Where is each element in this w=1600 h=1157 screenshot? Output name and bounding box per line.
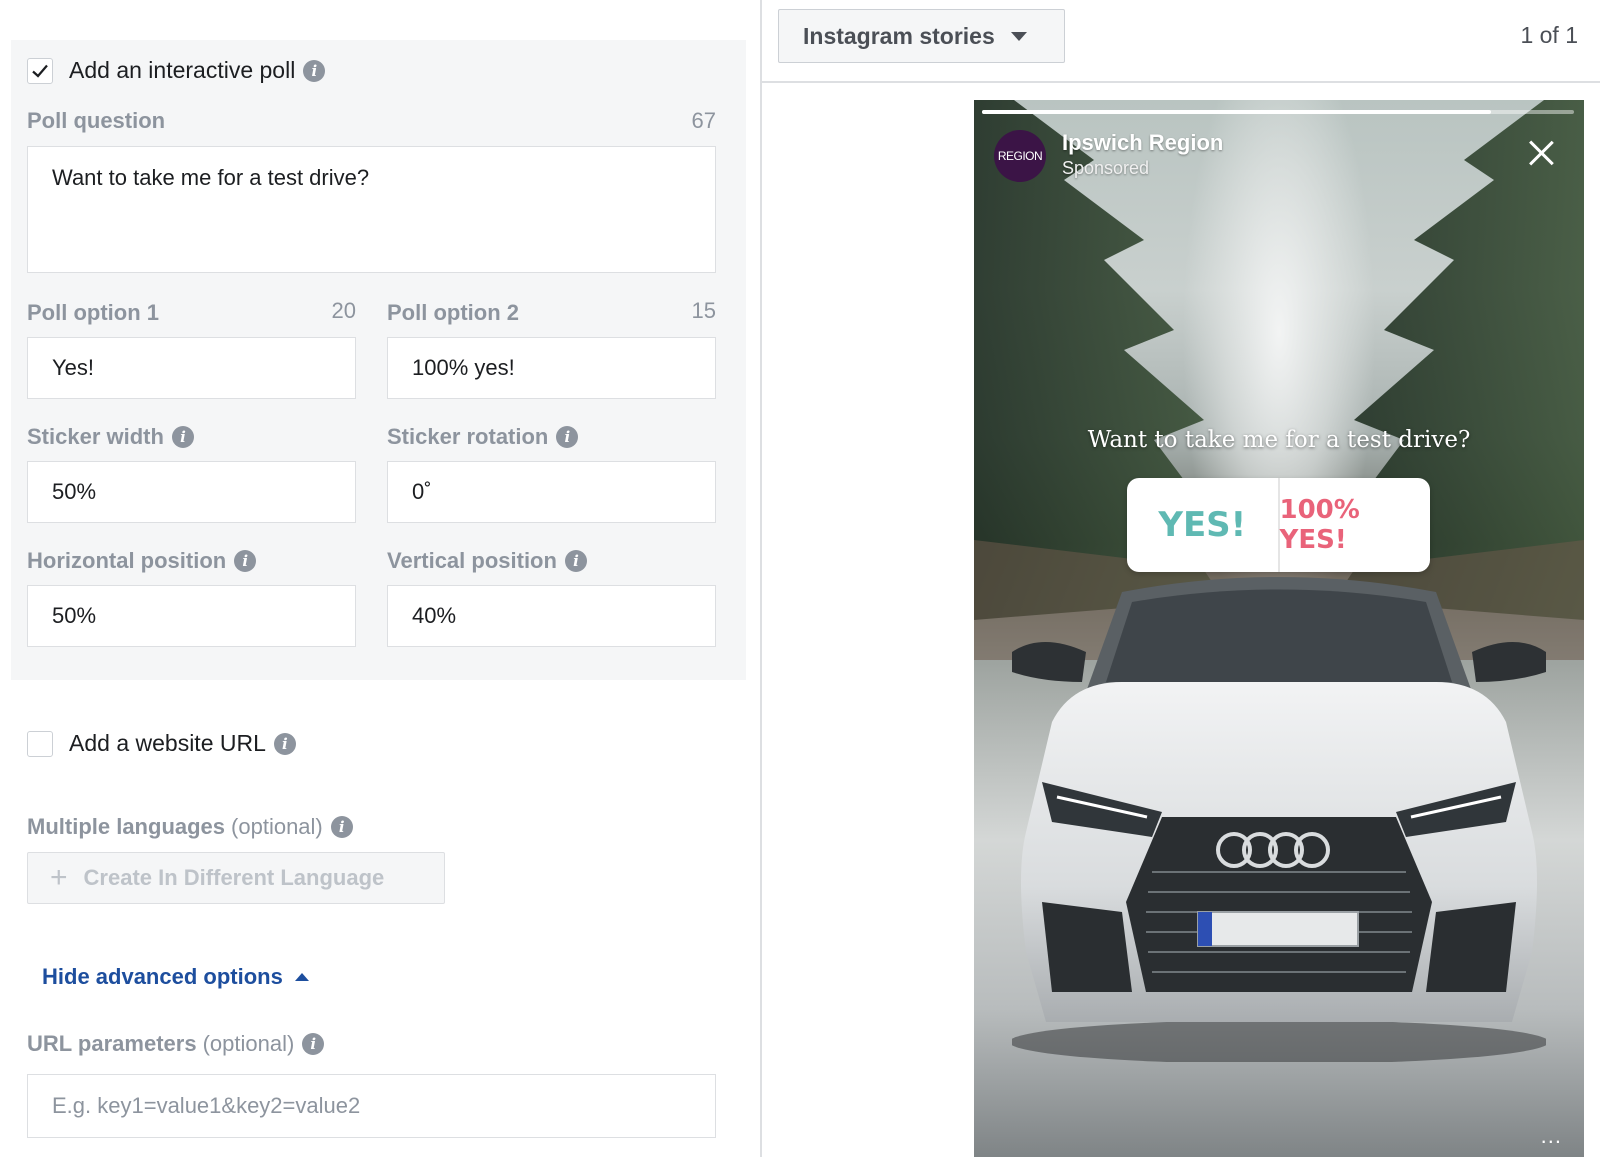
checkmark-icon [32,64,48,78]
create-in-different-language-button[interactable]: + Create In Different Language [27,852,445,904]
horizontal-position-label: Horizontal position i [27,548,257,574]
poll-question-input[interactable]: Want to take me for a test drive? [27,146,716,273]
website-url-checkbox-label: Add a website URL [69,730,266,756]
vertical-position-label: Vertical position i [387,548,587,574]
info-icon[interactable]: i [273,732,296,755]
info-icon[interactable]: i [171,426,194,448]
poll-option1-value: Yes! [52,355,95,380]
sticker-rotation-value: 0˚ [412,479,432,504]
url-parameters-label-text: URL parameters [27,1031,197,1056]
poll-question-char-count: 67 [691,108,716,133]
poll-option1-label-text: Poll option 1 [27,300,159,325]
car-image [1012,577,1546,1062]
preview-toolbar: Instagram stories 1 of 1 [762,0,1600,83]
poll-sticker-option2[interactable]: 100% YES! [1280,478,1431,572]
poll-question-value: Want to take me for a test drive? [52,165,370,190]
ad-editor-panel: Add an interactive poll i Poll question … [0,0,760,1157]
hide-advanced-options-label: Hide advanced options [42,964,283,989]
info-icon[interactable]: i [564,550,587,572]
info-icon[interactable]: i [303,59,326,82]
poll-option1-label: Poll option 1 [27,300,159,326]
poll-checkbox-label: Add an interactive poll [69,57,296,83]
vertical-position-label-text: Vertical position [387,548,557,573]
sticker-width-label: Sticker width i [27,424,194,450]
poll-option2-label: Poll option 2 [387,300,519,326]
preview-pager: 1 of 1 [1520,22,1578,48]
sticker-rotation-label-text: Sticker rotation [387,424,549,449]
multiple-languages-label-text: Multiple languages [27,814,226,839]
poll-option1-input[interactable]: Yes! [27,337,356,399]
story-poll-question: Want to take me for a test drive? [1087,427,1471,453]
horizontal-position-input[interactable]: 50% [27,585,356,647]
website-url-checkbox[interactable] [27,730,53,757]
story-progress-bar [982,110,1574,114]
poll-sticker-option1[interactable]: YES! [1127,478,1280,572]
vertical-position-value: 40% [412,603,457,628]
more-options-icon[interactable]: ... [1541,1123,1562,1149]
hide-advanced-options-link[interactable]: Hide advanced options [42,964,309,990]
poll-option2-char-count: 15 [691,298,716,323]
caret-down-icon [1010,31,1027,41]
poll-sticker[interactable]: YES! 100% YES! [1127,478,1430,572]
horizontal-position-label-text: Horizontal position [27,548,227,573]
caret-up-icon [294,973,309,981]
multiple-languages-label: Multiple languages (optional) i [27,814,353,840]
placement-dropdown-label: Instagram stories [803,22,995,49]
poll-checkbox[interactable] [27,57,53,84]
sticker-rotation-input[interactable]: 0˚ [387,461,716,523]
optional-label: (optional) [231,814,323,839]
poll-question-label-text: Poll question [27,108,166,133]
poll-option2-value: 100% yes! [412,355,515,380]
info-icon[interactable]: i [556,426,579,448]
create-language-button-label: Create In Different Language [83,865,385,890]
placement-dropdown[interactable]: Instagram stories [778,9,1065,63]
story-preview: REGION Ipswich Region Sponsored Want to … [974,100,1584,1157]
brand-name[interactable]: Ipswich Region [1062,130,1223,156]
vertical-position-input[interactable]: 40% [387,585,716,647]
brand-avatar[interactable]: REGION [994,130,1046,182]
url-parameters-placeholder: E.g. key1=value1&key2=value2 [52,1093,361,1118]
url-parameters-label: URL parameters (optional) i [27,1031,325,1057]
url-parameters-input[interactable]: E.g. key1=value1&key2=value2 [27,1074,716,1138]
sticker-width-value: 50% [52,479,97,504]
plus-icon: + [50,861,68,894]
poll-option2-input[interactable]: 100% yes! [387,337,716,399]
horizontal-position-value: 50% [52,603,97,628]
poll-checkbox-row[interactable]: Add an interactive poll i [27,57,326,84]
poll-question-label: Poll question [27,108,165,134]
website-url-checkbox-row[interactable]: Add a website URL i [27,730,296,757]
info-icon[interactable]: i [330,816,353,838]
poll-option2-label-text: Poll option 2 [387,300,519,325]
sponsored-label: Sponsored [1062,158,1150,178]
close-icon[interactable] [1528,140,1554,166]
info-icon[interactable]: i [302,1033,325,1055]
info-icon[interactable]: i [234,550,257,572]
sticker-rotation-label: Sticker rotation i [387,424,579,450]
sticker-width-input[interactable]: 50% [27,461,356,523]
sticker-width-label-text: Sticker width [27,424,164,449]
poll-option1-char-count: 20 [331,298,356,323]
story-progress-fill [982,110,1492,114]
optional-label: (optional) [202,1031,295,1056]
panel-divider [760,0,762,1157]
